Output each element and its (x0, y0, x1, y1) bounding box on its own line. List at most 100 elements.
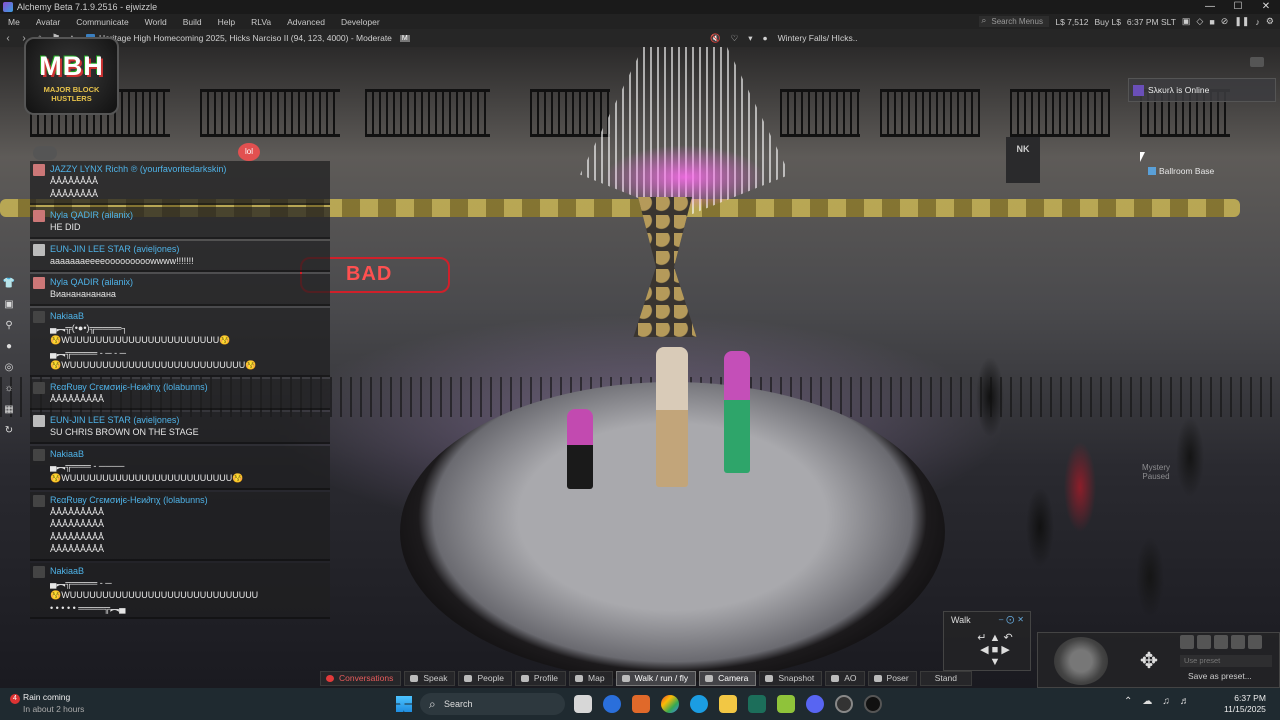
build-tools-icon[interactable]: ▦ (2, 402, 16, 418)
sender-avatar-icon[interactable] (33, 448, 45, 461)
camera-orbit-control[interactable] (1054, 637, 1108, 685)
minimap-toggle-icon[interactable] (1250, 57, 1264, 67)
chat-toggle-icon[interactable] (33, 146, 57, 160)
monitor-icon[interactable]: ▣ (1182, 16, 1191, 27)
sender-name[interactable]: EUN-JIN LEE STAR (avieljones) (50, 243, 326, 255)
menu-avatar[interactable]: Avatar (28, 17, 68, 27)
map-button[interactable]: Map (569, 671, 613, 686)
menu-developer[interactable]: Developer (333, 17, 388, 27)
environment-icon[interactable]: ☼ (2, 381, 16, 397)
copilot-icon[interactable] (603, 695, 621, 713)
settings-gear-icon[interactable]: ⚙ (1266, 16, 1274, 27)
sender-name[interactable]: JAZZY LYNX Richh ℗ (yourfavoritedarkskin… (50, 163, 326, 175)
save-preset-button[interactable]: Save as preset... (1188, 671, 1252, 681)
chrome-icon[interactable] (661, 695, 679, 713)
app-icon-orange[interactable] (632, 695, 650, 713)
rear-view-icon[interactable] (1214, 635, 1228, 649)
menu-world[interactable]: World (137, 17, 175, 27)
avatar-figure[interactable] (724, 351, 750, 473)
sender-name[interactable]: EUN-JIN LEE STAR (avieljones) (50, 414, 326, 426)
walk-run-fly-button[interactable]: Walk / run / fly (615, 671, 697, 686)
camera-button[interactable]: Camera (699, 671, 757, 686)
taskbar-search-input[interactable]: Search (420, 693, 565, 715)
app-icon-lime[interactable] (777, 695, 795, 713)
sender-name[interactable]: NakiaaB (50, 310, 326, 322)
movement-arrows[interactable]: ↵ ▲ ↶ ◀ ■ ▶ ▼ (966, 632, 1024, 668)
avatar-figure[interactable] (567, 409, 593, 489)
tray-overflow-icon[interactable]: ⌃ (1124, 696, 1132, 707)
sender-avatar-icon[interactable] (33, 243, 45, 256)
appearance-icon[interactable]: 👕 (2, 276, 16, 292)
favorite-heart-icon[interactable]: ♡ (731, 33, 739, 44)
menu-communicate[interactable]: Communicate (68, 17, 136, 27)
menu-me[interactable]: Me (0, 17, 28, 27)
chevron-down-icon[interactable]: ▾ (748, 33, 752, 44)
back-icon[interactable]: ‹ (0, 33, 16, 44)
weather-widget[interactable]: 4 Rain coming In about 2 hours (10, 692, 84, 715)
search-menus-input[interactable]: Search Menus (979, 15, 1050, 27)
places-icon[interactable]: ● (2, 339, 16, 355)
ao-button[interactable]: AO (825, 671, 865, 686)
sender-avatar-icon[interactable] (33, 415, 45, 427)
object-view-icon[interactable] (1231, 635, 1245, 649)
speaker-icon[interactable]: ♬ (1180, 696, 1190, 707)
parcel-label[interactable]: Ballroom Base (1148, 166, 1214, 176)
sender-avatar-icon[interactable] (33, 565, 45, 578)
poser-button[interactable]: Poser (867, 671, 917, 686)
minimize-button[interactable]: — (1196, 0, 1224, 14)
edge-icon[interactable] (690, 695, 708, 713)
speak-button[interactable]: Speak (404, 671, 456, 686)
sender-name[interactable]: NakiaaB (50, 448, 326, 460)
menu-advanced[interactable]: Advanced (279, 17, 333, 27)
sender-avatar-icon[interactable] (33, 164, 45, 176)
settings-icon[interactable] (835, 695, 853, 713)
close-button[interactable]: ✕ (1252, 0, 1280, 14)
avatar-figure[interactable] (656, 347, 688, 487)
search-icon[interactable]: ⚲ (2, 318, 16, 334)
front-view-icon[interactable] (1180, 635, 1194, 649)
pause-icon[interactable]: ❚❚ (1234, 16, 1249, 27)
sender-avatar-icon[interactable] (33, 210, 45, 222)
sender-avatar-icon[interactable] (33, 310, 45, 323)
build-icon[interactable]: ■ (1209, 17, 1214, 27)
profile-button[interactable]: Profile (514, 671, 567, 686)
buy-currency-button[interactable]: Buy L$ (1094, 17, 1120, 27)
volume-icon[interactable]: ♪ (1255, 17, 1260, 27)
menu-rlva[interactable]: RLVa (243, 17, 279, 27)
sender-name[interactable]: RєαRυву Cгємσиjє-Hєи∂гιχ (lolabunns) (50, 381, 326, 393)
stand-button[interactable]: Stand (919, 671, 972, 686)
sender-name[interactable]: RєαRυву Cгємσиjє-Hєи∂гιχ (lolabunns) (50, 494, 326, 506)
online-notification[interactable]: Sλκυrλ is Online (1128, 78, 1276, 102)
file-explorer-icon[interactable] (719, 695, 737, 713)
menu-help[interactable]: Help (210, 17, 243, 27)
inventory-icon[interactable]: ▣ (2, 297, 16, 313)
task-view-icon[interactable] (574, 695, 592, 713)
side-view-icon[interactable] (1197, 635, 1211, 649)
refresh-icon[interactable]: ↻ (2, 423, 16, 439)
script-icon[interactable]: ⊘ (1221, 16, 1229, 27)
discord-icon[interactable] (806, 695, 824, 713)
sender-name[interactable]: Nyla QADIR (ailanix) (50, 276, 326, 288)
windows-start-icon[interactable] (396, 696, 412, 712)
sound-muted-icon[interactable]: 🔇 (710, 33, 721, 44)
snapshot-button[interactable]: Snapshot (759, 671, 823, 686)
location-field[interactable]: Heritage High Homecoming 2025, Hicks Nar… (86, 33, 410, 43)
sender-avatar-icon[interactable] (33, 277, 45, 289)
app-icon-green[interactable] (748, 695, 766, 713)
media-icon[interactable]: ● (763, 33, 768, 43)
radar-icon[interactable]: ◎ (2, 360, 16, 376)
conversations-button[interactable]: Conversations (320, 671, 402, 686)
menu-build[interactable]: Build (175, 17, 210, 27)
pathfinding-icon[interactable]: ◇ (1196, 16, 1203, 27)
cloud-icon[interactable]: ☁ (1142, 696, 1152, 707)
sender-avatar-icon[interactable] (33, 381, 45, 394)
mouselook-icon[interactable] (1248, 635, 1262, 649)
sender-name[interactable]: Nyla QADIR (ailanix) (50, 209, 326, 221)
panel-controls[interactable]: –⨀✕ (999, 615, 1027, 624)
sender-name[interactable]: NakiaaB (50, 565, 326, 577)
microphone-icon[interactable]: ♫ (1162, 696, 1170, 707)
sender-avatar-icon[interactable] (33, 494, 45, 507)
taskbar-clock[interactable]: 6:37 PM 11/15/2025 (1224, 693, 1266, 715)
camera-pan-control[interactable]: ✥ (1122, 637, 1176, 685)
app-icon-dark[interactable] (864, 695, 882, 713)
